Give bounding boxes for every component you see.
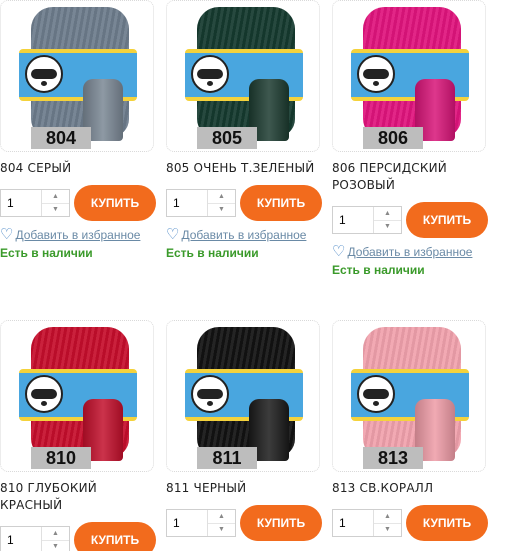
quantity-stepper: ▲ ▼ [332,509,402,537]
caret-down-icon[interactable]: ▼ [374,524,401,537]
product-card-811: 811 811 ЧЕРНЫЙ ▲ ▼ КУПИТЬ [166,320,326,541]
heart-outline-icon: ♡ [0,226,14,243]
caret-up-icon[interactable]: ▲ [42,527,69,541]
product-code-label: 810 [31,447,91,469]
caret-down-icon[interactable]: ▼ [208,204,235,217]
product-card-805: 805 805 ОЧЕНЬ Т.ЗЕЛЕНЫЙ ▲ ▼ КУПИТЬ ♡ Доб… [166,0,326,260]
buy-button[interactable]: КУПИТЬ [74,185,156,221]
in-stock-status: Есть в наличии [332,263,425,277]
add-to-favorites-link[interactable]: ♡ Добавить в избранное [0,227,160,242]
stepper-buttons: ▲ ▼ [41,190,69,216]
heart-outline-icon: ♡ [166,226,180,243]
buy-row: ▲ ▼ КУПИТЬ [332,505,492,541]
product-card-813: 813 813 СВ.КОРАЛЛ ▲ ▼ КУПИТЬ [332,320,492,541]
buy-button[interactable]: КУПИТЬ [406,505,488,541]
caret-up-icon[interactable]: ▲ [42,190,69,204]
product-code-label: 811 [197,447,257,469]
product-title[interactable]: 811 ЧЕРНЫЙ [166,480,326,497]
quantity-input[interactable] [167,190,207,216]
heart-outline-icon: ♡ [332,243,346,260]
add-to-favorites-label: Добавить в избранное [347,244,473,259]
quantity-input[interactable] [333,510,373,536]
caret-up-icon[interactable]: ▲ [208,190,235,204]
caret-up-icon[interactable]: ▲ [374,207,401,221]
in-stock-status: Есть в наличии [166,246,259,260]
stepper-buttons: ▲ ▼ [207,190,235,216]
buy-row: ▲ ▼ КУПИТЬ [0,522,160,551]
buy-button[interactable]: КУПИТЬ [240,185,322,221]
raccoon-logo-icon [191,375,229,413]
stepper-buttons: ▲ ▼ [207,510,235,536]
product-image-810[interactable]: 810 [0,320,154,472]
caret-down-icon[interactable]: ▼ [208,524,235,537]
buy-row: ▲ ▼ КУПИТЬ [332,202,492,238]
quantity-stepper: ▲ ▼ [166,189,236,217]
buy-row: ▲ ▼ КУПИТЬ [166,505,326,541]
add-to-favorites-link[interactable]: ♡ Добавить в избранное [332,244,492,259]
caret-down-icon[interactable]: ▼ [42,204,69,217]
product-image-806[interactable]: 806 [332,0,486,152]
product-code-label: 805 [197,127,257,149]
add-to-favorites-label: Добавить в избранное [15,227,141,242]
add-to-favorites-link[interactable]: ♡ Добавить в избранное [166,227,326,242]
product-code-label: 804 [31,127,91,149]
product-title[interactable]: 804 СЕРЫЙ [0,160,160,177]
quantity-stepper: ▲ ▼ [166,509,236,537]
quantity-stepper: ▲ ▼ [0,526,70,551]
caret-up-icon[interactable]: ▲ [374,510,401,524]
raccoon-logo-icon [357,55,395,93]
stepper-buttons: ▲ ▼ [41,527,69,551]
raccoon-logo-icon [357,375,395,413]
quantity-input[interactable] [167,510,207,536]
caret-up-icon[interactable]: ▲ [208,510,235,524]
buy-button[interactable]: КУПИТЬ [406,202,488,238]
quantity-input[interactable] [333,207,373,233]
quantity-stepper: ▲ ▼ [0,189,70,217]
raccoon-logo-icon [25,55,63,93]
product-title[interactable]: 813 СВ.КОРАЛЛ [332,480,492,497]
raccoon-logo-icon [25,375,63,413]
buy-button[interactable]: КУПИТЬ [240,505,322,541]
product-card-804: 804 804 СЕРЫЙ ▲ ▼ КУПИТЬ ♡ Добавить в из… [0,0,160,260]
stepper-buttons: ▲ ▼ [373,207,401,233]
quantity-input[interactable] [1,190,41,216]
product-image-811[interactable]: 811 [166,320,320,472]
in-stock-status: Есть в наличии [0,246,93,260]
buy-button[interactable]: КУПИТЬ [74,522,156,551]
product-image-805[interactable]: 805 [166,0,320,152]
caret-down-icon[interactable]: ▼ [42,541,69,551]
product-card-806: 806 806 ПЕРСИДСКИЙ РОЗОВЫЙ ▲ ▼ КУПИТЬ ♡ … [332,0,492,277]
quantity-stepper: ▲ ▼ [332,206,402,234]
quantity-input[interactable] [1,527,41,551]
product-image-813[interactable]: 813 [332,320,486,472]
product-title[interactable]: 805 ОЧЕНЬ Т.ЗЕЛЕНЫЙ [166,160,326,177]
product-title[interactable]: 810 ГЛУБОКИЙ КРАСНЫЙ [0,480,160,514]
stepper-buttons: ▲ ▼ [373,510,401,536]
product-code-label: 813 [363,447,423,469]
buy-row: ▲ ▼ КУПИТЬ [0,185,160,221]
raccoon-logo-icon [191,55,229,93]
product-code-label: 806 [363,127,423,149]
product-image-804[interactable]: 804 [0,0,154,152]
add-to-favorites-label: Добавить в избранное [181,227,307,242]
buy-row: ▲ ▼ КУПИТЬ [166,185,326,221]
product-title[interactable]: 806 ПЕРСИДСКИЙ РОЗОВЫЙ [332,160,482,194]
caret-down-icon[interactable]: ▼ [374,221,401,234]
product-card-810: 810 810 ГЛУБОКИЙ КРАСНЫЙ ▲ ▼ КУПИТЬ [0,320,160,551]
